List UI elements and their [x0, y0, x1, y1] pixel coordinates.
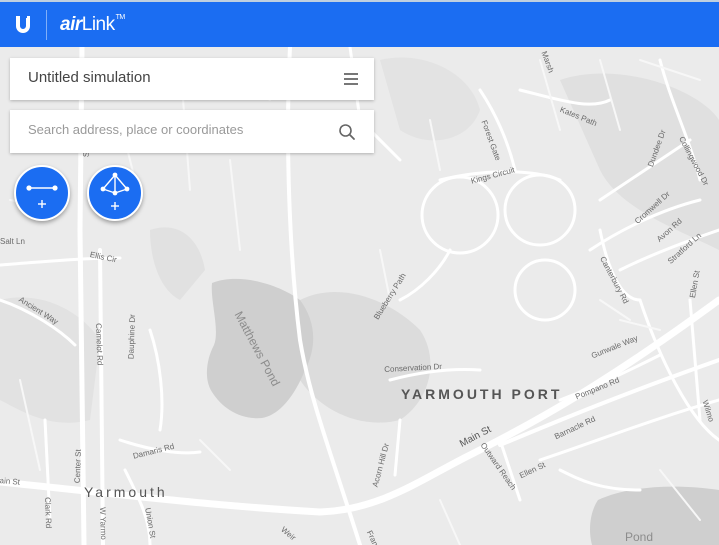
hamburger-menu-icon[interactable]	[344, 73, 358, 85]
place-label-yarmouth-port: YARMOUTH PORT	[401, 386, 563, 402]
street-label: Salt Ln	[0, 237, 25, 246]
simulation-title-panel: Untitled simulation	[10, 58, 374, 100]
simulation-title[interactable]: Untitled simulation	[28, 69, 151, 86]
street-label: Center St	[72, 449, 83, 484]
ubiquiti-logo[interactable]	[0, 2, 46, 47]
point-to-multipoint-network-icon	[100, 172, 130, 210]
point-to-point-link-icon	[26, 185, 58, 208]
ubiquiti-u-icon	[16, 15, 30, 33]
water-label-pond: Pond	[625, 530, 654, 544]
add-network-button[interactable]	[87, 165, 143, 221]
street-label: W Yarmo	[98, 507, 109, 540]
street-label: Clark Rd	[43, 497, 54, 529]
brand-trademark: TM	[115, 14, 126, 21]
street-label: ain St	[0, 476, 21, 487]
search-icon[interactable]	[338, 123, 356, 141]
street-label: Dauphine Dr	[126, 314, 138, 360]
brand-link: Link	[81, 14, 115, 35]
app-header: air Link TM	[0, 2, 719, 47]
search-panel	[10, 110, 374, 153]
airlink-brand: air Link TM	[60, 14, 126, 35]
search-input[interactable]	[28, 122, 328, 137]
brand-air: air	[60, 14, 82, 35]
add-link-button[interactable]	[14, 165, 70, 221]
place-label-yarmouth: Yarmouth	[84, 484, 168, 500]
header-separator	[46, 9, 47, 40]
street-label: Camelot Rd	[94, 323, 105, 366]
